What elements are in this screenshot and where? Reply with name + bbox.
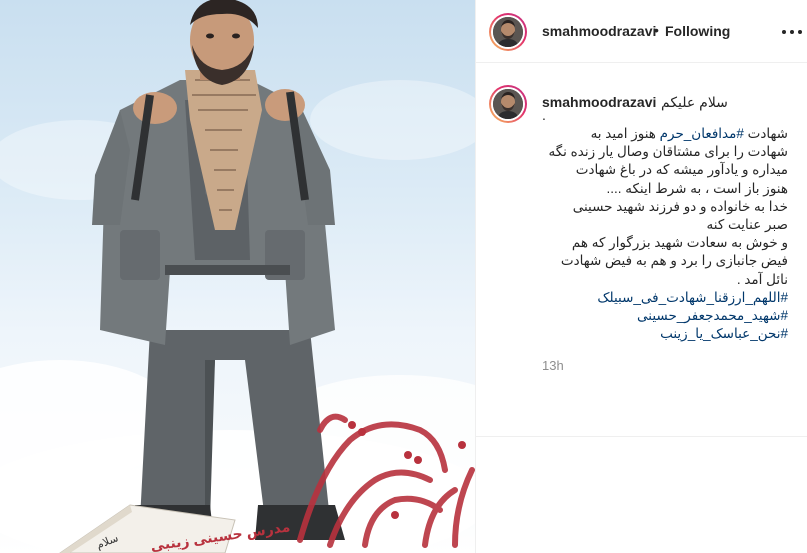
caption-line: فیض جانبازی را برد و هم به فیض شهادت	[542, 252, 788, 270]
caption-line: خدا به خانواده و دو فرزند شهید حسینی	[542, 198, 788, 216]
header-avatar[interactable]	[489, 13, 527, 51]
caption-line-text: شهادت را برای مشتاقان وصال یار زنده نگه	[548, 144, 788, 160]
caption-username[interactable]: smahmoodrazavi	[542, 94, 656, 110]
post-details-panel: smahmoodrazavi • Following smahmoodrazav…	[475, 0, 807, 553]
hashtag-link[interactable]: #نحن_عباسک_یا_زینب	[660, 326, 788, 341]
caption-line: صبر عنایت کنه	[542, 216, 788, 234]
caption-line: هنوز باز است ، به شرط اینکه ....	[542, 180, 788, 198]
header-username[interactable]: smahmoodrazavi	[542, 23, 656, 39]
post-header: smahmoodrazavi • Following	[476, 0, 807, 63]
caption-dot: .	[542, 107, 546, 123]
caption-line-text: خدا به خانواده و دو فرزند شهید حسینی	[572, 198, 788, 214]
hashtag-link[interactable]: #اللهم_ارزقنا_شهادت_فی_سبیلک	[597, 290, 788, 305]
caption-line-text: هنوز امید به	[590, 126, 660, 141]
caption-line-text: نائل آمد .	[736, 271, 788, 287]
post-illustration	[0, 0, 475, 553]
caption-line-text: شهادت	[743, 126, 788, 141]
caption-line-text: هنوز باز است ، به شرط اینکه ....	[606, 180, 788, 196]
hashtag-link[interactable]: #مدافعان_حرم	[660, 126, 744, 141]
following-button[interactable]: Following	[665, 23, 730, 39]
caption-line-text: و خوش به سعادت شهید بزرگوار که هم	[571, 235, 788, 251]
post-timestamp[interactable]: 13h	[542, 358, 564, 373]
hashtag-link[interactable]: #شهید_محمدجعفر_حسینی	[637, 308, 788, 323]
more-options-icon[interactable]	[782, 22, 802, 42]
caption-text: شهادت #مدافعان_حرم هنوز امید به شهادت را …	[542, 125, 788, 343]
profile-photo	[493, 17, 523, 47]
divider	[476, 436, 807, 437]
caption-line: شهادت را برای مشتاقان وصال یار زنده نگه	[542, 143, 788, 161]
caption-line: میداره و یادآور میشه که در باغ شهادت	[542, 161, 788, 179]
caption-line: نائل آمد .	[542, 271, 788, 289]
caption-section: smahmoodrazavi سلام علیکم . شهادت #مدافع…	[476, 63, 807, 435]
header-separator: •	[654, 22, 659, 38]
caption-avatar[interactable]	[489, 85, 527, 123]
caption-line: و خوش به سعادت شهید بزرگوار که هم	[542, 234, 788, 252]
caption-line-text: صبر عنایت کنه	[706, 217, 788, 233]
caption-line-text: فیض جانبازی را برد و هم به فیض شهادت	[560, 253, 788, 269]
profile-photo	[493, 89, 523, 119]
caption-line: #نحن_عباسک_یا_زینب	[542, 325, 788, 343]
caption-line: #اللهم_ارزقنا_شهادت_فی_سبیلک	[542, 289, 788, 307]
post-image[interactable]: مدرس حسینی زینبی سلام	[0, 0, 475, 553]
caption-greeting: سلام علیکم	[661, 94, 728, 110]
caption-line-text: میداره و یادآور میشه که در باغ شهادت	[575, 162, 788, 178]
caption-line: شهادت #مدافعان_حرم هنوز امید به	[542, 125, 788, 143]
caption-line: #شهید_محمدجعفر_حسینی	[542, 307, 788, 325]
